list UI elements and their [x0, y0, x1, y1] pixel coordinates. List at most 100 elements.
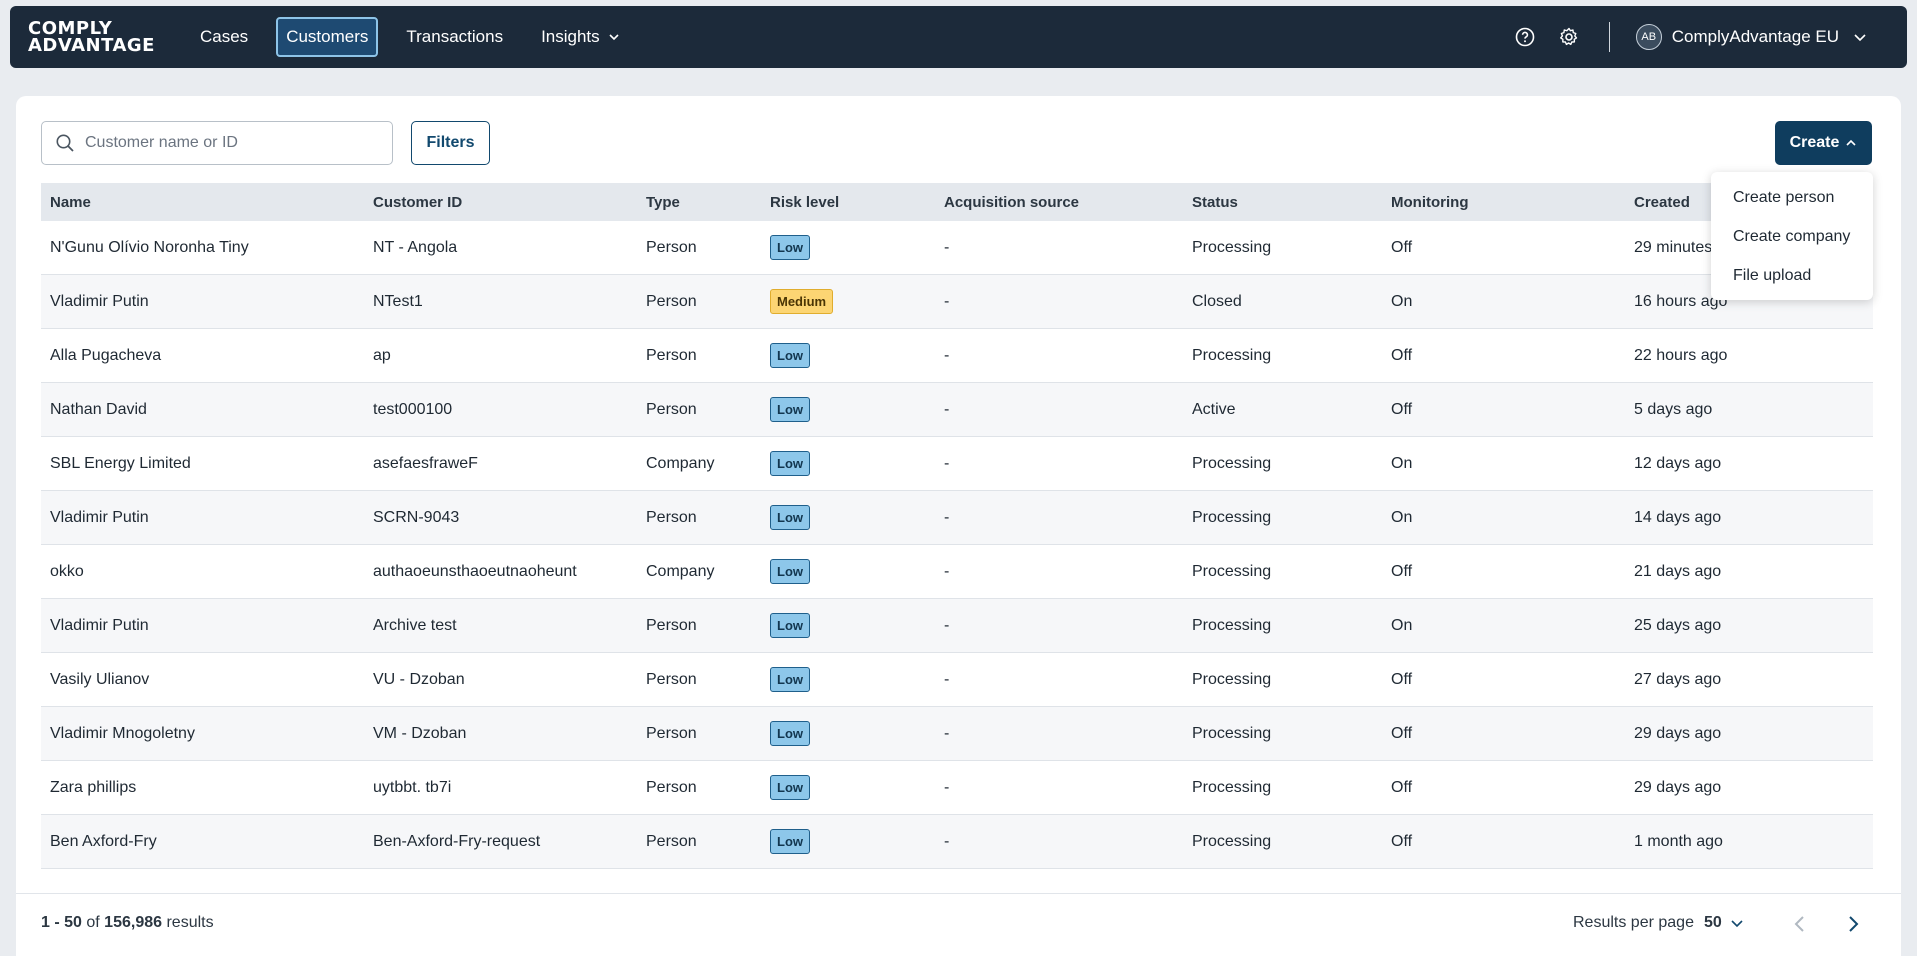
table-row[interactable]: Vladimir Putin NTest1 Person Medium - Closed O… — [41, 275, 1873, 329]
cell-type: Person — [646, 400, 697, 418]
cell-status: Active — [1192, 400, 1236, 418]
table-header: Name Customer ID Type Risk level Acquisi… — [41, 183, 1873, 221]
per-page-label: Results per page — [1573, 914, 1694, 931]
cell-monitoring: On — [1391, 508, 1413, 526]
cell-name: Vasily Ulianov — [50, 670, 150, 688]
settings-button[interactable] — [1555, 23, 1583, 51]
avatar[interactable]: AB — [1635, 24, 1662, 50]
cell-acquisition-source: - — [944, 778, 950, 796]
cell-customer-id: ap — [373, 346, 391, 364]
nav-transactions[interactable]: Transactions — [396, 17, 513, 57]
risk-badge: Low — [770, 505, 810, 530]
table-row[interactable]: Nathan David test000100 Person Low - Active Of… — [41, 383, 1873, 437]
create-company-item[interactable]: Create company — [1711, 217, 1873, 256]
risk-badge: Low — [770, 721, 810, 746]
cell-created: 1 month ago — [1634, 832, 1723, 850]
cell-customer-id: VU - Dzoban — [373, 670, 465, 688]
cell-monitoring: Off — [1391, 724, 1413, 742]
cell-monitoring: On — [1391, 454, 1413, 472]
cell-acquisition-source: - — [944, 832, 950, 850]
cell-type: Person — [646, 832, 697, 850]
cell-created: 12 days ago — [1634, 454, 1722, 472]
nav-cases[interactable]: Cases — [190, 17, 258, 57]
results-total: 156,986 — [104, 914, 163, 931]
help-button[interactable] — [1511, 23, 1539, 51]
cell-created: 25 days ago — [1634, 616, 1722, 634]
column-header-risk-level[interactable]: Risk level — [761, 194, 935, 211]
table-row[interactable]: Alla Pugacheva ap Person Low - Processing Off 2… — [41, 329, 1873, 383]
cell-type: Person — [646, 346, 697, 364]
chevron-down-icon[interactable] — [1853, 30, 1867, 44]
risk-badge: Low — [770, 559, 810, 584]
risk-badge: Low — [770, 343, 810, 368]
cell-monitoring: Off — [1391, 346, 1413, 364]
cell-monitoring: On — [1391, 292, 1413, 310]
cell-risk-level: Low — [761, 505, 935, 530]
table-row[interactable]: Vladimir Putin SCRN-9043 Person Low - Process… — [41, 491, 1873, 545]
column-header-type[interactable]: Type — [637, 194, 761, 211]
column-header-customer-id[interactable]: Customer ID — [364, 194, 637, 211]
chevron-up-icon — [1846, 139, 1856, 146]
next-page-icon[interactable] — [1841, 912, 1865, 936]
header-divider — [1608, 22, 1610, 52]
table-row[interactable]: Vladimir Putin Archive test Person Low - Proc… — [41, 599, 1873, 653]
table-row[interactable]: Ben Axford-Fry Ben-Axford-Fry-request Pers… — [41, 815, 1873, 869]
cell-monitoring: On — [1391, 616, 1413, 634]
search-box[interactable] — [41, 121, 393, 165]
cell-name: Vladimir Putin — [50, 616, 149, 634]
cell-customer-id: Ben-Axford-Fry-request — [373, 832, 541, 850]
customers-panel: Filters Create Name Customer ID Type Ris… — [16, 96, 1901, 956]
create-button[interactable]: Create — [1775, 121, 1872, 165]
cell-type: Person — [646, 616, 697, 634]
cell-risk-level: Low — [761, 235, 935, 260]
table-row[interactable]: N'Gunu Olívio Noronha Tiny NT - Angola Per… — [41, 221, 1873, 275]
app-logo[interactable]: COMPLY ADVANTAGE — [28, 20, 168, 55]
account-name[interactable]: ComplyAdvantage EU — [1672, 27, 1839, 47]
column-header-name[interactable]: Name — [41, 194, 364, 211]
nav-insights[interactable]: Insights — [531, 17, 630, 57]
table-row[interactable]: SBL Energy Limited asefaesfraweF Company Lo… — [41, 437, 1873, 491]
cell-type: Person — [646, 724, 697, 742]
cell-created: 21 days ago — [1634, 562, 1722, 580]
table-row[interactable]: okko authaoeunsthaoeutnaoheunt Company Low -… — [41, 545, 1873, 599]
cell-created: 22 hours ago — [1634, 346, 1728, 364]
cell-created: 29 days ago — [1634, 724, 1722, 742]
cell-customer-id: SCRN-9043 — [373, 508, 460, 526]
column-header-acquisition-source[interactable]: Acquisition source — [935, 194, 1183, 211]
cell-name: Vladimir Putin — [50, 292, 149, 310]
cell-risk-level: Low — [761, 667, 935, 692]
table-row[interactable]: Zara phillips uytbbt. tb7i Person Low - Proce… — [41, 761, 1873, 815]
cell-status: Processing — [1192, 562, 1272, 580]
cell-acquisition-source: - — [944, 238, 950, 256]
per-page-select[interactable]: 50 — [1704, 914, 1722, 932]
create-person-item[interactable]: Create person — [1711, 178, 1873, 217]
cell-status: Processing — [1192, 670, 1272, 688]
cell-acquisition-source: - — [944, 562, 950, 580]
results-label: results — [166, 914, 214, 931]
cell-risk-level: Low — [761, 721, 935, 746]
cell-acquisition-source: - — [944, 670, 950, 688]
cell-status: Closed — [1192, 292, 1242, 310]
cell-created: 5 days ago — [1634, 400, 1713, 418]
file-upload-item[interactable]: File upload — [1711, 256, 1873, 295]
cell-monitoring: Off — [1391, 832, 1413, 850]
table-row[interactable]: Vladimir Mnogoletny VM - Dzoban Person Low -… — [41, 707, 1873, 761]
cell-acquisition-source: - — [944, 292, 950, 310]
column-header-monitoring[interactable]: Monitoring — [1382, 194, 1625, 211]
search-input[interactable] — [85, 134, 365, 152]
footer-divider — [16, 893, 1901, 894]
cell-risk-level: Low — [761, 775, 935, 800]
nav-customers[interactable]: Customers — [276, 17, 379, 57]
cell-risk-level: Low — [761, 343, 935, 368]
cell-name: Vladimir Mnogoletny — [50, 724, 195, 742]
chevron-down-icon[interactable] — [1730, 916, 1744, 930]
nav-transactions-label: Transactions — [406, 27, 504, 46]
previous-page-icon[interactable] — [1788, 912, 1812, 936]
filters-button[interactable]: Filters — [411, 121, 490, 165]
table-row[interactable]: Vasily Ulianov VU - Dzoban Person Low - Proce… — [41, 653, 1873, 707]
table-body: N'Gunu Olívio Noronha Tiny NT - Angola Per… — [41, 221, 1873, 869]
top-nav: COMPLY ADVANTAGE Cases Customers Transac… — [10, 6, 1907, 68]
column-header-status[interactable]: Status — [1183, 194, 1382, 211]
cell-status: Processing — [1192, 346, 1272, 364]
cell-customer-id: test000100 — [373, 400, 453, 418]
